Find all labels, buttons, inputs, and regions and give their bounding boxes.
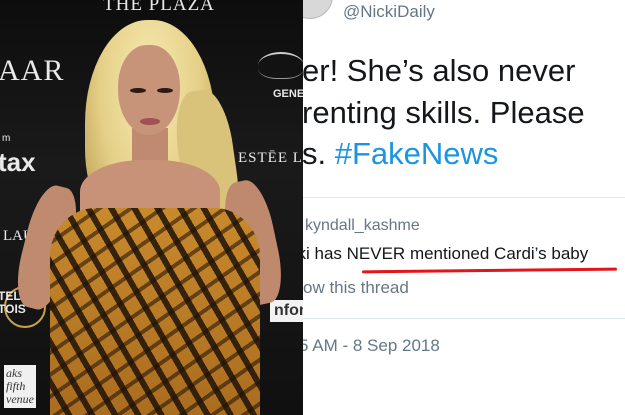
avatar[interactable] xyxy=(303,0,333,19)
person-left-eye xyxy=(130,88,146,93)
tiger-print-dress xyxy=(50,208,260,415)
person-lips xyxy=(140,118,160,125)
event-photo: THE PLAZA AAR m tax GENE ESTĒE LA LAU TE… xyxy=(0,0,303,415)
backdrop-logo-small: m xyxy=(2,133,11,144)
tweet-handle[interactable]: @NickiDaily xyxy=(343,2,435,22)
quoted-text-prefix: cki has xyxy=(303,244,342,263)
red-underline-annotation xyxy=(361,267,618,274)
quoted-text-suffix: mentioned Cardi’s baby xyxy=(405,244,589,263)
backdrop-text-plaza: THE PLAZA xyxy=(103,0,215,15)
tweet-timestamp[interactable]: 5 AM - 8 Sep 2018 xyxy=(303,336,440,356)
quoted-author[interactable]: kyndall_kashme xyxy=(305,217,420,235)
backdrop-logo-genesis: GENE xyxy=(273,88,303,100)
backdrop-logo-estee: ESTĒE LA xyxy=(238,150,303,166)
tweet-text-line-3-start: s. xyxy=(303,136,335,171)
backdrop-logo-tax: tax xyxy=(0,147,36,177)
backdrop-logo-infor: nfor xyxy=(270,300,303,322)
genesis-logo-icon xyxy=(258,52,303,79)
divider xyxy=(303,318,625,319)
tweet-text-line-1: er! She’s also never xyxy=(303,53,576,88)
person-right-eye xyxy=(157,88,173,93)
tweet-text-line-3: s. #FakeNews xyxy=(303,136,498,172)
quoted-text-emphasis: NEVER xyxy=(346,244,406,263)
hashtag-link[interactable]: #FakeNews xyxy=(335,136,499,171)
backdrop-logo-harpers: AAR xyxy=(0,54,65,87)
quoted-text: cki has NEVER mentioned Cardi’s baby xyxy=(303,244,588,264)
backdrop-logo-saks: aks fifth venue xyxy=(4,365,36,408)
tweet-screenshot: @NickiDaily er! She’s also never renting… xyxy=(303,0,625,415)
tweet-text-line-2: renting skills. Please xyxy=(303,95,585,130)
divider xyxy=(303,197,625,198)
show-thread-link[interactable]: ow this thread xyxy=(303,278,409,298)
